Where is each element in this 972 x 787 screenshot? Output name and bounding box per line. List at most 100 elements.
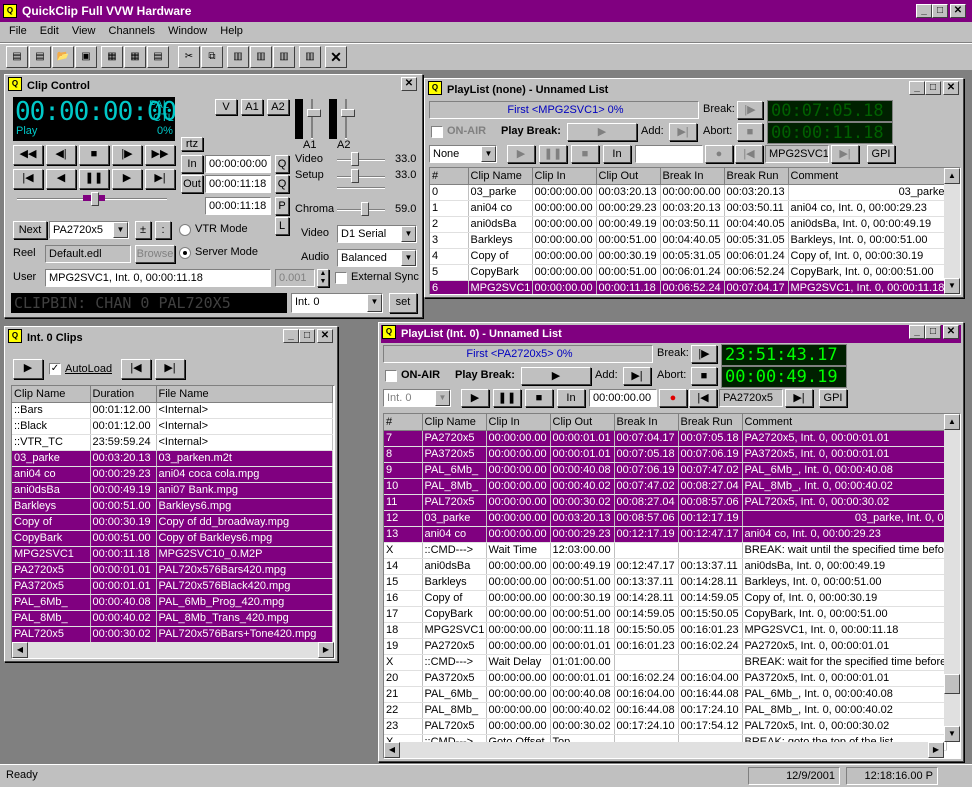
scroll-down-icon[interactable]: ▼ <box>944 278 960 294</box>
delete-icon[interactable]: ✕ <box>325 46 347 68</box>
pl2-gpi-button[interactable]: GPI <box>819 389 847 407</box>
shuttle-slider[interactable] <box>91 192 99 206</box>
menu-view[interactable]: View <box>67 22 101 40</box>
stop-button[interactable]: ■ <box>79 145 109 165</box>
table-row[interactable]: CopyBark 00:00:51.00 Copy of Barkleys6.mpg <box>12 530 333 547</box>
step-back-button[interactable]: ◀| <box>46 145 76 165</box>
menu-channels[interactable]: Channels <box>104 22 160 40</box>
scroll-up-icon[interactable]: ▲ <box>944 414 960 430</box>
table-row[interactable]: ani04 co 00:00:29.23 ani04 coca cola.mpg <box>12 466 333 483</box>
playlist-int0-channel-dropdown[interactable]: Int. 0 ▼ <box>383 389 451 407</box>
col-header-duration[interactable]: Duration <box>90 386 157 403</box>
table-row[interactable]: Barkleys 00:00:51.00 Barkleys6.mpg <box>12 498 333 515</box>
go-start-button[interactable]: |◀ <box>13 169 43 189</box>
menu-edit[interactable]: Edit <box>35 22 64 40</box>
pl1-in-button[interactable]: In <box>603 145 631 163</box>
table-row[interactable]: 20 PA3720x5 00:00:00.00 00:00:01.01 00:16:02… <box>384 670 947 687</box>
cut-icon[interactable]: ✂ <box>178 46 200 68</box>
save-icon[interactable]: ▣ <box>75 46 97 68</box>
pl1-play-button[interactable]: ▶ <box>507 145 535 163</box>
new-playlist-icon[interactable]: ▤ <box>6 46 28 68</box>
table-row[interactable]: 7 PA2720x5 00:00:00.00 00:00:01.01 00:07:04.… <box>384 430 947 447</box>
scroll-left-icon[interactable]: ◀ <box>384 742 400 758</box>
pause-button[interactable]: ❚❚ <box>79 169 109 189</box>
table-row[interactable]: 19 PA2720x5 00:00:00.00 00:00:01.01 00:16:01… <box>384 638 947 655</box>
col-header-clip-name[interactable]: Clip Name <box>468 168 533 185</box>
cue-in-button[interactable]: Q <box>275 155 289 173</box>
col-header-number[interactable]: # <box>384 414 423 431</box>
table-row[interactable]: MPG2SVC1 00:00:11.18 MPG2SVC10_0.M2P <box>12 546 333 563</box>
next-clip-button[interactable]: Next <box>13 221 47 239</box>
table-row[interactable]: ::Bars 00:01:12.00 <Internal> <box>12 402 333 419</box>
pl2-scroll-thumb[interactable] <box>944 674 960 694</box>
menu-window[interactable]: Window <box>163 22 212 40</box>
table-row[interactable]: X::CMD---> Wait Delay 01:01:00.00 BREAK: wa… <box>384 654 947 671</box>
clips-icon[interactable]: ▤ <box>147 46 169 68</box>
pl2-stop-button[interactable]: ■ <box>525 389 553 407</box>
add-button[interactable]: ▶| <box>623 367 651 385</box>
cue-out-button[interactable]: Q <box>275 175 289 193</box>
clip-select-dropdown[interactable]: PA2720x5 ▼ <box>49 221 129 239</box>
l-button[interactable]: L <box>275 217 289 235</box>
audio-input-dropdown[interactable]: Balanced ▼ <box>337 249 417 267</box>
paste-icon[interactable]: ▥ <box>227 46 249 68</box>
p-button[interactable]: P <box>275 197 289 215</box>
abort-button[interactable]: ■ <box>691 367 717 385</box>
clip-control-close-button[interactable]: ✕ <box>401 77 417 91</box>
break-button[interactable]: |▶ <box>691 345 717 363</box>
pl1-vertical-scrollbar[interactable]: ▲ ▼ <box>944 168 960 294</box>
play-button[interactable]: ▶ <box>112 169 142 189</box>
table-row[interactable]: 4 Copy of 00:00:00.00 00:00:30.19 00:05:31.0… <box>430 248 951 265</box>
mark-out-button[interactable]: Out <box>181 175 203 193</box>
step-forward-button[interactable]: |▶ <box>112 145 142 165</box>
playlist-none-maximize-button[interactable]: □ <box>925 81 941 95</box>
user-field[interactable]: MPG2SVC1, Int. 0, 00:00:11.18 <box>45 269 271 287</box>
break-button[interactable]: |▶ <box>737 101 763 119</box>
table-row[interactable]: 18 MPG2SVC1 00:00:00.00 00:00:11.18 00:15:50… <box>384 622 947 639</box>
speed-spinner[interactable]: ▲ ▼ <box>317 269 329 287</box>
table-row[interactable]: 22 PAL_8Mb_ 00:00:00.00 00:00:40.02 00:16:44… <box>384 702 947 719</box>
reverse-play-button[interactable]: ◀ <box>46 169 76 189</box>
abort-button[interactable]: ■ <box>737 123 763 141</box>
table-row[interactable]: ani0dsBa 00:00:49.19 ani07 Bank.mpg <box>12 482 333 499</box>
mark-in-button[interactable]: In <box>181 155 203 173</box>
table-row[interactable]: 14 ani0dsBa 00:00:00.00 00:00:49.19 00:12:47… <box>384 558 947 575</box>
col-header-clip-name[interactable]: Clip Name <box>12 386 91 403</box>
table-row[interactable]: 21 PAL_6Mb_ 00:00:00.00 00:00:40.08 00:16:04… <box>384 686 947 703</box>
scroll-up-icon[interactable]: ▲ <box>944 168 960 184</box>
play-break-button[interactable]: ▶ <box>521 367 591 385</box>
table-row[interactable]: 12 03_parke 00:00:00.00 00:03:20.13 00:08:57… <box>384 510 947 527</box>
table-row[interactable]: 13 ani04 co 00:00:00.00 00:00:29.23 00:12:17… <box>384 526 947 543</box>
table-row[interactable]: ::Black 00:01:12.00 <Internal> <box>12 418 333 435</box>
colon-button[interactable]: : <box>155 221 171 239</box>
pl2-tc-field[interactable]: 00:00:00.00 <box>589 389 657 407</box>
scroll-right-icon[interactable]: ▶ <box>928 742 944 758</box>
fast-rewind-button[interactable]: ◀◀ <box>13 145 43 165</box>
col-header-clip-out[interactable]: Clip Out <box>596 168 661 185</box>
new-playlist2-icon[interactable]: ▤ <box>29 46 51 68</box>
a1-level-slider[interactable] <box>307 109 321 117</box>
scroll-right-icon[interactable]: ▶ <box>318 642 334 658</box>
table-row[interactable]: 16 Copy of 00:00:00.00 00:00:30.19 00:14:28.… <box>384 590 947 607</box>
pl1-stop-button[interactable]: ■ <box>571 145 599 163</box>
playlist-none-channel-dropdown[interactable]: None ▼ <box>429 145 497 163</box>
table-row[interactable]: 9 PAL_6Mb_ 00:00:00.00 00:00:40.08 00:07:06.… <box>384 462 947 479</box>
clips-next-button[interactable]: ▶| <box>155 359 185 379</box>
menu-help[interactable]: Help <box>215 22 248 40</box>
ab2-icon[interactable]: ▦ <box>124 46 146 68</box>
clips-close-button[interactable]: ✕ <box>317 329 333 343</box>
close-button[interactable]: ✕ <box>950 4 966 18</box>
table-row[interactable]: PA3720x5 00:00:01.01 PAL720x576Black420.mp… <box>12 578 333 595</box>
col-header-number[interactable]: # <box>430 168 469 185</box>
pl1-gpi-button[interactable]: GPI <box>867 145 895 163</box>
minimize-button[interactable]: _ <box>916 4 932 18</box>
pl1-pause-button[interactable]: ❚❚ <box>539 145 567 163</box>
table-row[interactable]: 03_parke 00:03:20.13 03_parken.m2t <box>12 450 333 467</box>
paste-before-icon[interactable]: ▥ <box>250 46 272 68</box>
table-row[interactable]: Copy of 00:00:30.19 Copy of dd_broadway.mp… <box>12 514 333 531</box>
pl2-in-button[interactable]: In <box>557 389 585 407</box>
clips-play-button[interactable]: ▶ <box>13 359 43 379</box>
playlist-none-minimize-button[interactable]: _ <box>909 81 925 95</box>
table-row[interactable]: X::CMD---> Wait Time 12:03:00.00 BREAK: wai… <box>384 542 947 559</box>
playlist-int0-close-button[interactable]: ✕ <box>943 325 959 339</box>
